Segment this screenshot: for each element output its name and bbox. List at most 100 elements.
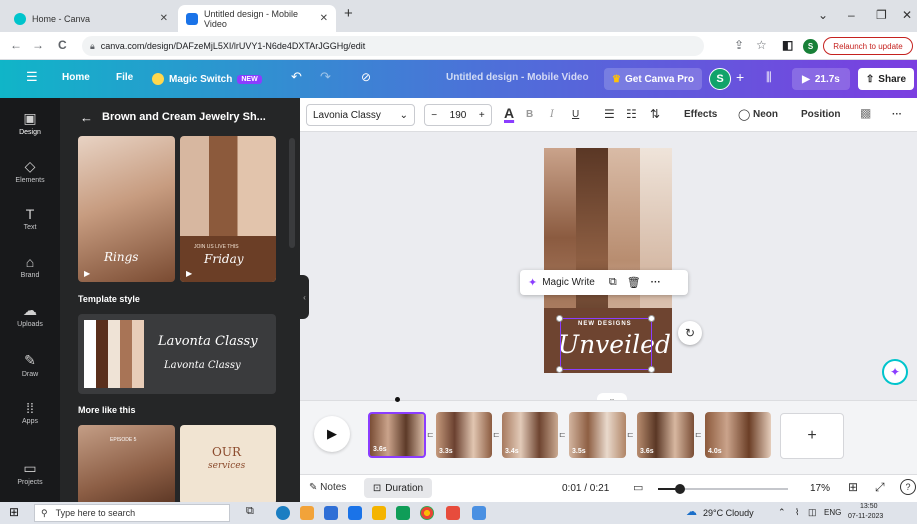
more-options-icon[interactable]: ···: [651, 277, 661, 288]
resize-handle[interactable]: [556, 366, 563, 373]
fullscreen-icon[interactable]: ⤢: [875, 480, 885, 495]
bookmark-star-icon[interactable]: ☆: [756, 38, 767, 52]
insights-chart-icon[interactable]: ⫼: [766, 70, 772, 85]
text-color-icon[interactable]: A: [504, 105, 514, 121]
template-thumbnail-friday[interactable]: JOIN US LIVE THIS Friday ▶: [180, 136, 276, 282]
transition-icon[interactable]: ⊏: [493, 430, 500, 439]
chrome-icon[interactable]: [420, 506, 434, 520]
list-icon[interactable]: ☷: [626, 107, 637, 121]
spacing-icon[interactable]: ⇅: [650, 107, 660, 121]
timeline-clip[interactable]: 3.4s: [502, 412, 558, 458]
panel-scrollbar[interactable]: [289, 138, 295, 248]
invite-plus-icon[interactable]: +: [736, 69, 744, 85]
rail-item-apps[interactable]: ⁞⁞ Apps: [0, 400, 60, 425]
resize-handle[interactable]: [556, 315, 563, 322]
browser-tab-design[interactable]: Untitled design - Mobile Video ✕: [178, 5, 336, 32]
timeline-clip[interactable]: 3.6s: [368, 412, 426, 458]
file-explorer-icon[interactable]: [372, 506, 386, 520]
rotate-handle-icon[interactable]: ↻: [678, 321, 702, 345]
share-page-icon[interactable]: ⇪: [734, 38, 744, 52]
undo-icon[interactable]: ↶: [291, 69, 302, 85]
rail-item-brand[interactable]: ⌂ Brand: [0, 254, 60, 279]
duplicate-icon[interactable]: ⧉: [609, 276, 617, 289]
present-play-button[interactable]: ▶ 21.7s: [792, 68, 850, 90]
magic-assistant-button[interactable]: ✦: [882, 359, 908, 385]
photos-icon[interactable]: [472, 506, 486, 520]
calculator-icon[interactable]: [324, 506, 338, 520]
zoom-slider[interactable]: [658, 484, 788, 494]
timeline-clip[interactable]: 3.3s: [436, 412, 492, 458]
edge-browser-icon[interactable]: [276, 506, 290, 520]
template-thumbnail-services[interactable]: OUR services: [180, 425, 276, 505]
rail-item-draw[interactable]: ✎ Draw: [0, 352, 60, 378]
timeline-clip[interactable]: 3.6s: [637, 412, 694, 458]
zoom-level[interactable]: 17%: [810, 483, 830, 494]
tab-search-icon[interactable]: ⌄: [818, 8, 828, 22]
redo-icon[interactable]: ↷: [320, 69, 331, 85]
vlc-icon[interactable]: [300, 506, 314, 520]
more-options-button[interactable]: ···: [892, 109, 902, 120]
template-style-card[interactable]: Lavonta Classy Lavonta Classy: [78, 314, 276, 394]
user-avatar[interactable]: S: [709, 68, 731, 90]
rail-item-design[interactable]: ▣ Design: [0, 110, 60, 136]
sidepanel-icon[interactable]: ◧: [782, 38, 793, 52]
help-button[interactable]: ?: [900, 479, 916, 495]
transition-icon[interactable]: ⊏: [559, 430, 566, 439]
italic-button[interactable]: I: [550, 109, 554, 120]
duration-button[interactable]: ⊡ Duration: [364, 478, 432, 498]
notes-button[interactable]: ✎ Notes: [309, 482, 346, 493]
rail-item-text[interactable]: T Text: [0, 206, 60, 231]
document-title[interactable]: Untitled design - Mobile Video: [446, 72, 589, 83]
font-family-select[interactable]: Lavonia Classy ⌄: [306, 104, 415, 126]
weather-text[interactable]: 29°C Cloudy: [703, 508, 754, 518]
task-view-icon[interactable]: ⧉: [246, 505, 254, 518]
close-tab-icon[interactable]: ✕: [160, 13, 168, 24]
windows-start-icon[interactable]: ⊞: [9, 505, 19, 519]
taskbar-search-input[interactable]: ⚲ Type here to search: [34, 504, 230, 522]
menu-icon[interactable]: ☰: [26, 69, 38, 85]
transition-icon[interactable]: ⊏: [427, 430, 434, 439]
back-icon[interactable]: ←: [10, 38, 22, 52]
home-link[interactable]: Home: [62, 72, 90, 83]
profile-avatar[interactable]: S: [803, 39, 818, 54]
underline-button[interactable]: U: [572, 109, 579, 120]
network-icon[interactable]: ⌇: [795, 507, 799, 518]
effects-button[interactable]: Effects: [684, 109, 717, 120]
minimize-button[interactable]: –: [848, 8, 855, 22]
new-tab-button[interactable]: +: [344, 5, 353, 22]
restore-button[interactable]: ❐: [876, 8, 887, 22]
magic-switch-button[interactable]: Magic Switch NEW: [152, 69, 262, 89]
rail-item-elements[interactable]: ◇ Elements: [0, 158, 60, 184]
volume-icon[interactable]: ◫: [808, 507, 817, 518]
forward-icon[interactable]: →: [32, 38, 44, 52]
relaunch-button[interactable]: Relaunch to update: [823, 37, 913, 55]
transparency-icon[interactable]: ▩: [860, 106, 871, 120]
timeline-play-button[interactable]: ▶: [314, 416, 350, 452]
clock-date[interactable]: 07-11-2023: [848, 513, 883, 520]
close-window-button[interactable]: ✕: [902, 8, 912, 22]
decrease-size-button[interactable]: −: [431, 110, 437, 121]
mail-icon[interactable]: [348, 506, 362, 520]
magic-write-button[interactable]: Magic Write: [542, 277, 595, 288]
close-tab-icon[interactable]: ✕: [320, 13, 328, 24]
language-indicator[interactable]: ENG: [824, 508, 841, 517]
increase-size-button[interactable]: +: [479, 110, 485, 121]
resize-handle[interactable]: [648, 315, 655, 322]
selection-frame[interactable]: [560, 318, 652, 370]
file-menu[interactable]: File: [116, 72, 133, 83]
reload-icon[interactable]: C: [58, 38, 67, 52]
rail-item-projects[interactable]: ▭ Projects: [0, 460, 60, 486]
template-thumbnail-rings[interactable]: Rings ▶: [78, 136, 175, 282]
timeline-clip[interactable]: 3.5s: [569, 412, 626, 458]
app-icon[interactable]: [446, 506, 460, 520]
share-button[interactable]: ⇧ Share: [858, 68, 914, 90]
template-thumbnail-episode[interactable]: EPISODE 5: [78, 425, 175, 505]
resize-handle[interactable]: [648, 366, 655, 373]
browser-tab-home[interactable]: Home - Canva ✕: [6, 5, 176, 32]
transition-icon[interactable]: ⊏: [695, 430, 702, 439]
timeline-clip[interactable]: 4.0s: [705, 412, 771, 458]
playhead-marker[interactable]: [395, 397, 400, 402]
delete-trash-icon[interactable]: 🗑︎: [627, 276, 641, 289]
transition-icon[interactable]: ⊏: [627, 430, 634, 439]
font-size-stepper[interactable]: − 190 +: [424, 104, 492, 126]
